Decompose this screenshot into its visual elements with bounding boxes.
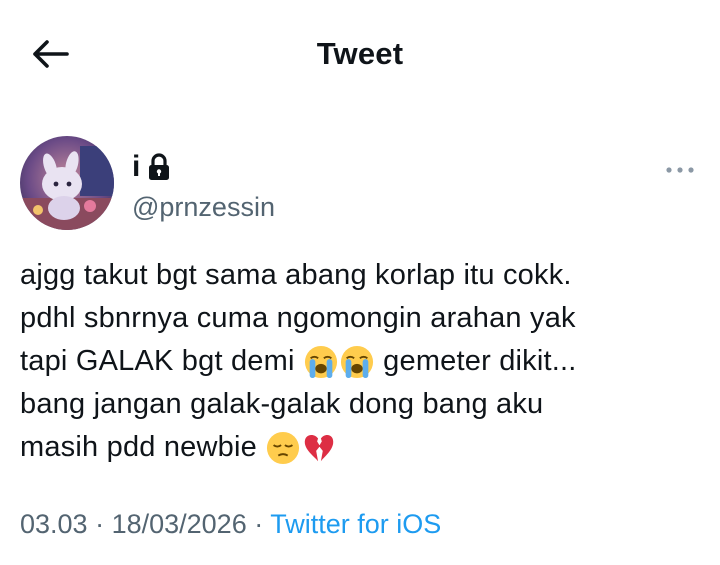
- tweet-line-text: masih pdd newbie: [20, 431, 257, 463]
- lock-icon: [149, 153, 170, 180]
- tweet-line: tapi GALAK bgt demi gemeter dikit...: [20, 340, 700, 383]
- tweet-date: 18/03/2026: [111, 509, 247, 539]
- more-options-button[interactable]: [660, 158, 700, 182]
- tweet-text: ajgg takut bgt sama abang korlap itu cok…: [20, 254, 700, 469]
- avatar[interactable]: [20, 136, 114, 230]
- tweet-line-text: gemeter dikit...: [383, 345, 577, 377]
- more-horizontal-icon: [666, 167, 694, 173]
- username-handle[interactable]: @prnzessin: [132, 192, 275, 223]
- pensive-face-icon: [267, 431, 300, 464]
- tweet-author: i @prnzessin: [20, 136, 700, 236]
- tweet-line-text: tapi GALAK bgt demi: [20, 345, 295, 377]
- tweet-line: masih pdd newbie: [20, 426, 700, 469]
- loudly-crying-face-icon: [304, 345, 337, 378]
- tweet-metadata: 03.03 · 18/03/2026 · Twitter for iOS: [20, 509, 441, 540]
- tweet-line: bang jangan galak-galak dong bang aku: [20, 383, 700, 426]
- tweet-line-text: bang jangan galak-galak dong bang aku: [20, 388, 544, 420]
- display-name-text: i: [132, 150, 141, 183]
- tweet-line-text: pdhl sbnrnya cuma ngomongin arahan yak: [20, 302, 576, 334]
- top-bar: Tweet: [0, 0, 720, 108]
- display-name[interactable]: i: [132, 150, 170, 184]
- separator: ·: [87, 509, 112, 539]
- tweet-line: pdhl sbnrnya cuma ngomongin arahan yak: [20, 297, 700, 340]
- loudly-crying-face-icon: [340, 345, 373, 378]
- separator: ·: [246, 509, 271, 539]
- page-title: Tweet: [316, 36, 404, 71]
- broken-heart-icon: [305, 434, 334, 461]
- tweet-time: 03.03: [20, 509, 88, 539]
- tweet-source-link[interactable]: Twitter for iOS: [270, 509, 441, 539]
- tweet-line-text: ajgg takut bgt sama abang korlap itu cok…: [20, 259, 572, 291]
- tweet-line: ajgg takut bgt sama abang korlap itu cok…: [20, 254, 700, 297]
